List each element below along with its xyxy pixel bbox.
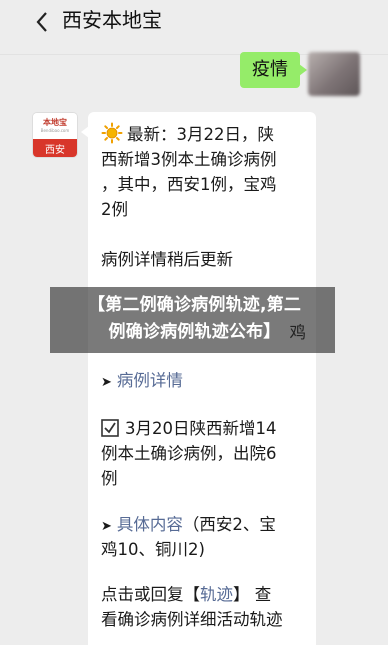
reply-row: 点击或回复【轨迹】 查 [101, 582, 306, 607]
chevron-left-icon [36, 12, 47, 32]
update-line-1: 3月20日陕西新增14 [125, 419, 277, 438]
user-avatar[interactable] [308, 52, 360, 96]
chat-screen: 西安本地宝 疫情 本地宝 Bendibao.com 西安 最新：3月22日，陕 … [0, 0, 388, 645]
sun-icon [101, 122, 123, 144]
update-line-3: 例 [101, 469, 118, 488]
reply-text-1: 点击或回复【 [101, 585, 200, 604]
headline-text: 【第二例确诊病例轨迹,第二 例确诊病例轨迹公布】 [54, 292, 335, 346]
arrow-right-icon: ➤ [101, 519, 112, 534]
incoming-message-bubble: 最新：3月22日，陕 西新增3例本土确诊病例 ，其中，西安1例，宝鸡 2例 病例… [81, 112, 316, 645]
top-bar: 西安本地宝 [0, 0, 388, 55]
sender-avatar[interactable]: 本地宝 Bendibao.com 西安 [33, 113, 77, 157]
intro-line-1: 最新：3月22日，陕 [127, 125, 274, 144]
message-intro: 最新：3月22日，陕 [101, 122, 306, 147]
brand-url: Bendibao.com [40, 128, 70, 133]
intro-line-3: ，其中，西安1例，宝鸡 [101, 175, 277, 194]
brand-city: 西安 [33, 139, 77, 157]
update-block: 3月20日陕西新增14 [101, 416, 306, 441]
content-row: ➤ 具体内容（西安2、宝 [101, 512, 306, 539]
intro-line-2: 西新增3例本土确诊病例 [101, 150, 277, 169]
brand-logo-top: 本地宝 Bendibao.com [33, 113, 77, 139]
content-link[interactable]: 具体内容 [117, 515, 183, 534]
content-detail-1: （西安2、宝 [182, 515, 276, 534]
case-details-row[interactable]: ➤ 病例详情 [101, 368, 306, 395]
arrow-right-icon: ➤ [101, 375, 112, 390]
headline-line-1: 【第二例确诊病例轨迹,第二 [87, 295, 302, 315]
intro-line-4: 2例 [101, 200, 128, 219]
page-title: 西安本地宝 [62, 8, 162, 32]
reply-text-3: 看确诊病例详细活动轨迹 [101, 610, 283, 629]
update-note: 病例详情稍后更新 [101, 250, 233, 269]
case-details-link[interactable]: 病例详情 [117, 371, 183, 390]
content-detail-2: 鸡10、铜川2) [101, 540, 205, 559]
brand-name: 本地宝 [43, 118, 67, 127]
outgoing-message[interactable]: 疫情 [240, 52, 307, 88]
checkbox-icon [101, 419, 119, 437]
track-link[interactable]: 轨迹 [200, 585, 233, 604]
headline-line-2: 例确诊病例轨迹公布】 [108, 322, 281, 342]
reply-text-2: 】 查 [233, 585, 272, 604]
back-button[interactable] [28, 8, 56, 36]
outgoing-bubble: 疫情 [240, 52, 307, 88]
update-line-2: 例本土确诊病例，出院6 [101, 444, 277, 463]
